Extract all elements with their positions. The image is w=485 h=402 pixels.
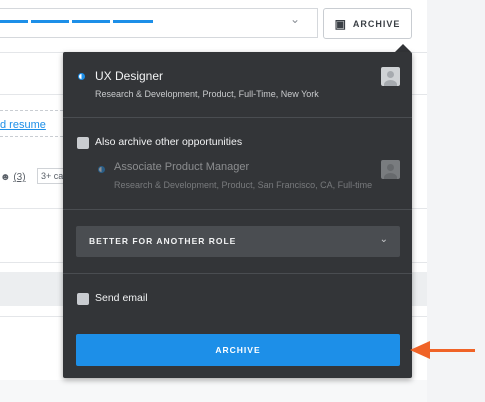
- stage-progress-segment: [31, 20, 69, 23]
- stage-dropdown[interactable]: [0, 8, 318, 38]
- popover-pointer: [395, 44, 411, 52]
- stage-progress-segment: [72, 20, 110, 23]
- archive-toolbar-button[interactable]: ▣ ARCHIVE: [323, 8, 412, 39]
- annotation-arrow-line: [430, 349, 475, 352]
- archive-box-icon: ▣: [334, 16, 347, 31]
- referral-count-link[interactable]: (3): [13, 172, 25, 183]
- annotation-arrow-icon: [410, 341, 430, 359]
- send-email-label: Send email: [95, 292, 148, 304]
- section-footer-band: [0, 380, 427, 402]
- also-archive-checkbox[interactable]: [77, 137, 89, 149]
- people-icon: ☻: [0, 172, 11, 183]
- chevron-down-icon: ⌄: [379, 234, 388, 245]
- archive-reason-value: BETTER FOR ANOTHER ROLE: [89, 236, 237, 246]
- current-opportunity-title: UX Designer: [95, 69, 164, 83]
- archive-reason-select[interactable]: BETTER FOR ANOTHER ROLE ⌄: [76, 226, 400, 257]
- page-gutter: [427, 0, 485, 402]
- referral-row: ☻ (3) 3+ ca: [0, 168, 67, 184]
- send-email-checkbox[interactable]: [77, 293, 89, 305]
- avatar: [381, 67, 400, 86]
- divider: [0, 136, 63, 137]
- archive-submit-label: ARCHIVE: [215, 345, 261, 355]
- divider: [63, 209, 412, 210]
- archive-popover: UX Designer Research & Development, Prod…: [63, 52, 412, 378]
- divider: [63, 117, 412, 118]
- resume-link[interactable]: d resume: [0, 119, 46, 131]
- opportunity-status-icon: [98, 166, 105, 173]
- chevron-down-icon[interactable]: ⌄: [290, 12, 300, 26]
- opportunity-status-icon: [78, 73, 85, 80]
- current-opportunity-subtitle: Research & Development, Product, Full-Ti…: [95, 89, 319, 99]
- stage-progress-segment: [113, 20, 153, 23]
- archive-submit-button[interactable]: ARCHIVE: [76, 334, 400, 366]
- stage-progress-segment: [0, 20, 28, 23]
- divider: [63, 273, 412, 274]
- divider: [0, 110, 63, 111]
- archive-toolbar-label: ARCHIVE: [352, 18, 401, 29]
- other-opportunity-subtitle: Research & Development, Product, San Fra…: [114, 180, 373, 190]
- avatar: [381, 160, 400, 179]
- also-archive-label: Also archive other opportunities: [95, 136, 243, 148]
- other-opportunity-title: Associate Product Manager: [114, 161, 250, 173]
